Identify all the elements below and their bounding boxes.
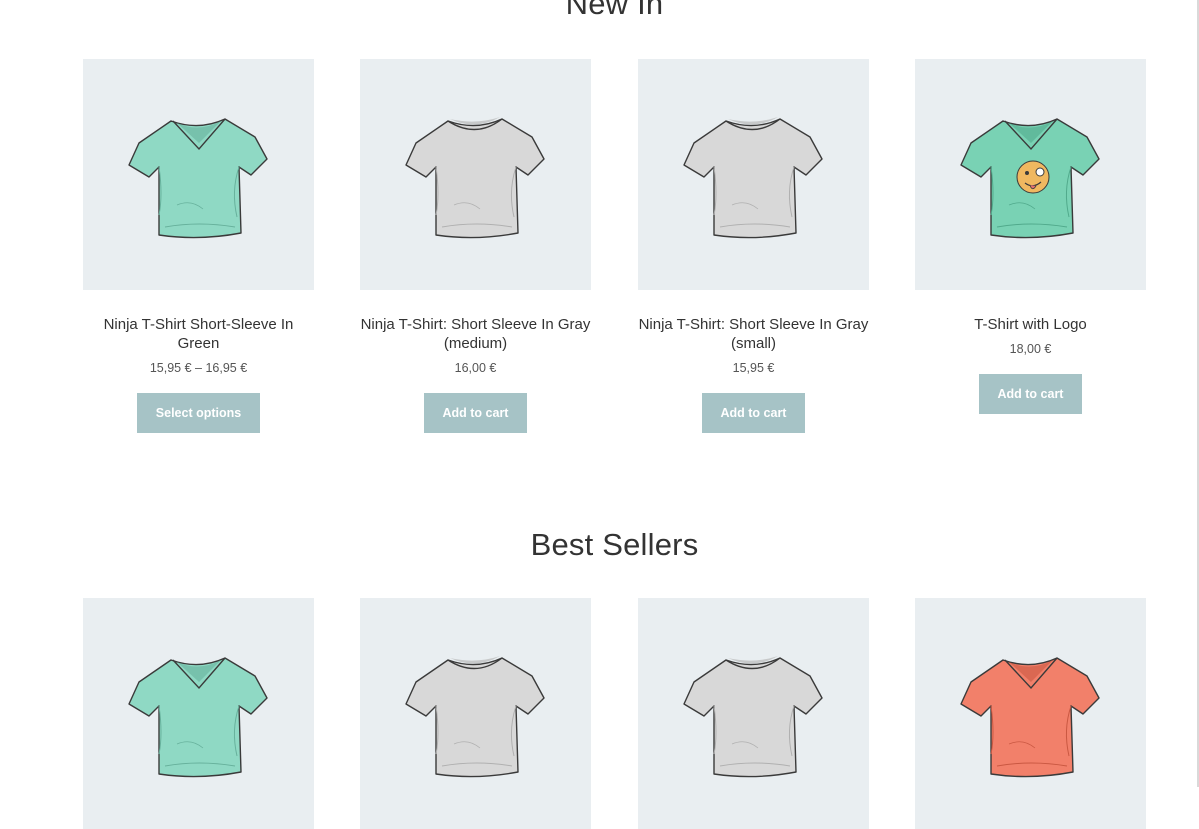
product-price: 15,95 € – 16,95 € (149, 361, 248, 375)
tshirt-icon (674, 634, 834, 794)
product-name[interactable]: T-Shirt with Logo (915, 315, 1146, 334)
product-name[interactable]: Ninja T-Shirt Short-Sleeve In Green (83, 315, 314, 353)
product-image[interactable] (360, 59, 591, 290)
product-price: 15,95 € (732, 361, 775, 375)
product-name[interactable]: Ninja T-Shirt: Short Sleeve In Gray (med… (360, 315, 591, 353)
tshirt-icon (119, 634, 279, 794)
product-image[interactable] (638, 59, 869, 290)
section-title-best-sellers: Best Sellers (530, 527, 699, 562)
add-to-cart-button[interactable]: Add to cart (701, 393, 806, 433)
add-to-cart-button[interactable]: Add to cart (978, 374, 1083, 414)
product-price: 16,00 € (454, 361, 497, 375)
product-card (83, 598, 314, 829)
product-image[interactable] (638, 598, 869, 829)
tshirt-icon (396, 95, 556, 255)
product-image[interactable] (915, 59, 1146, 290)
product-image[interactable] (83, 598, 314, 829)
product-price: 18,00 € (1009, 342, 1052, 356)
tshirt-icon (951, 95, 1111, 255)
tshirt-icon (951, 634, 1111, 794)
product-image[interactable] (915, 598, 1146, 829)
section-title-new-in: New In (565, 0, 664, 21)
product-card (915, 598, 1146, 829)
select-options-button[interactable]: Select options (136, 393, 261, 433)
product-card: Ninja T-Shirt Short-Sleeve In Green 15,9… (83, 59, 314, 433)
add-to-cart-button[interactable]: Add to cart (423, 393, 528, 433)
tshirt-icon (396, 634, 556, 794)
product-name[interactable]: Ninja T-Shirt: Short Sleeve In Gray (sma… (638, 315, 869, 353)
product-card: Ninja T-Shirt: Short Sleeve In Gray (med… (360, 59, 591, 433)
tshirt-icon (119, 95, 279, 255)
tshirt-icon (674, 95, 834, 255)
product-image[interactable] (360, 598, 591, 829)
product-card: T-Shirt with Logo 18,00 € Add to cart (915, 59, 1146, 414)
product-card: Ninja T-Shirt: Short Sleeve In Gray (sma… (638, 59, 869, 433)
product-card (360, 598, 591, 829)
product-card (638, 598, 869, 829)
product-image[interactable] (83, 59, 314, 290)
